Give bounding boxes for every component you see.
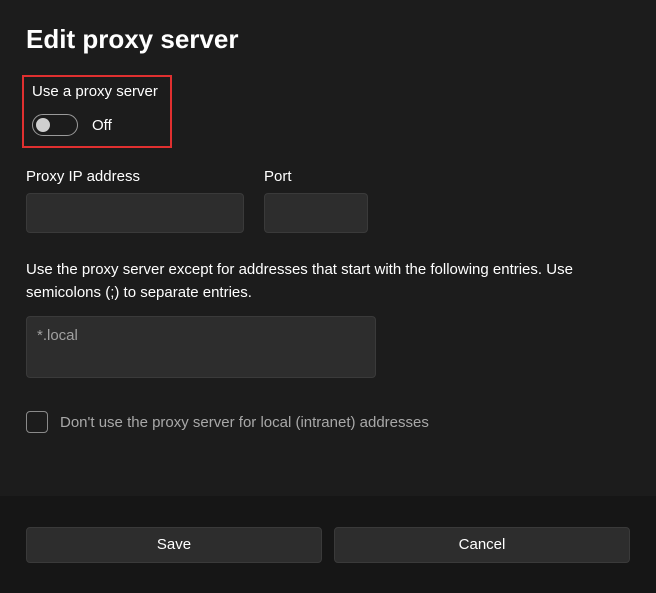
- proxy-dialog: Edit proxy server Use a proxy server Off…: [0, 0, 656, 496]
- exceptions-helper-text: Use the proxy server except for addresse…: [26, 259, 630, 304]
- ip-label: Proxy IP address: [26, 168, 244, 185]
- dialog-footer: Save Cancel: [0, 496, 656, 593]
- proxy-toggle[interactable]: [32, 114, 78, 136]
- cancel-button[interactable]: Cancel: [334, 527, 630, 563]
- toggle-label: Use a proxy server: [32, 83, 162, 100]
- port-label: Port: [264, 168, 368, 185]
- proxy-port-input[interactable]: [264, 193, 368, 233]
- dialog-title: Edit proxy server: [26, 24, 630, 55]
- save-button[interactable]: Save: [26, 527, 322, 563]
- local-bypass-checkbox[interactable]: [26, 411, 48, 433]
- address-port-row: Proxy IP address Port: [26, 168, 630, 233]
- local-bypass-label: Don't use the proxy server for local (in…: [60, 414, 429, 431]
- proxy-ip-input[interactable]: [26, 193, 244, 233]
- local-bypass-row: Don't use the proxy server for local (in…: [26, 411, 630, 433]
- toggle-row: Off: [32, 114, 162, 136]
- ip-field-group: Proxy IP address: [26, 168, 244, 233]
- exceptions-input[interactable]: [26, 316, 376, 378]
- toggle-highlight-annotation: Use a proxy server Off: [22, 75, 172, 148]
- port-field-group: Port: [264, 168, 368, 233]
- toggle-knob: [36, 118, 50, 132]
- toggle-state-text: Off: [92, 117, 112, 134]
